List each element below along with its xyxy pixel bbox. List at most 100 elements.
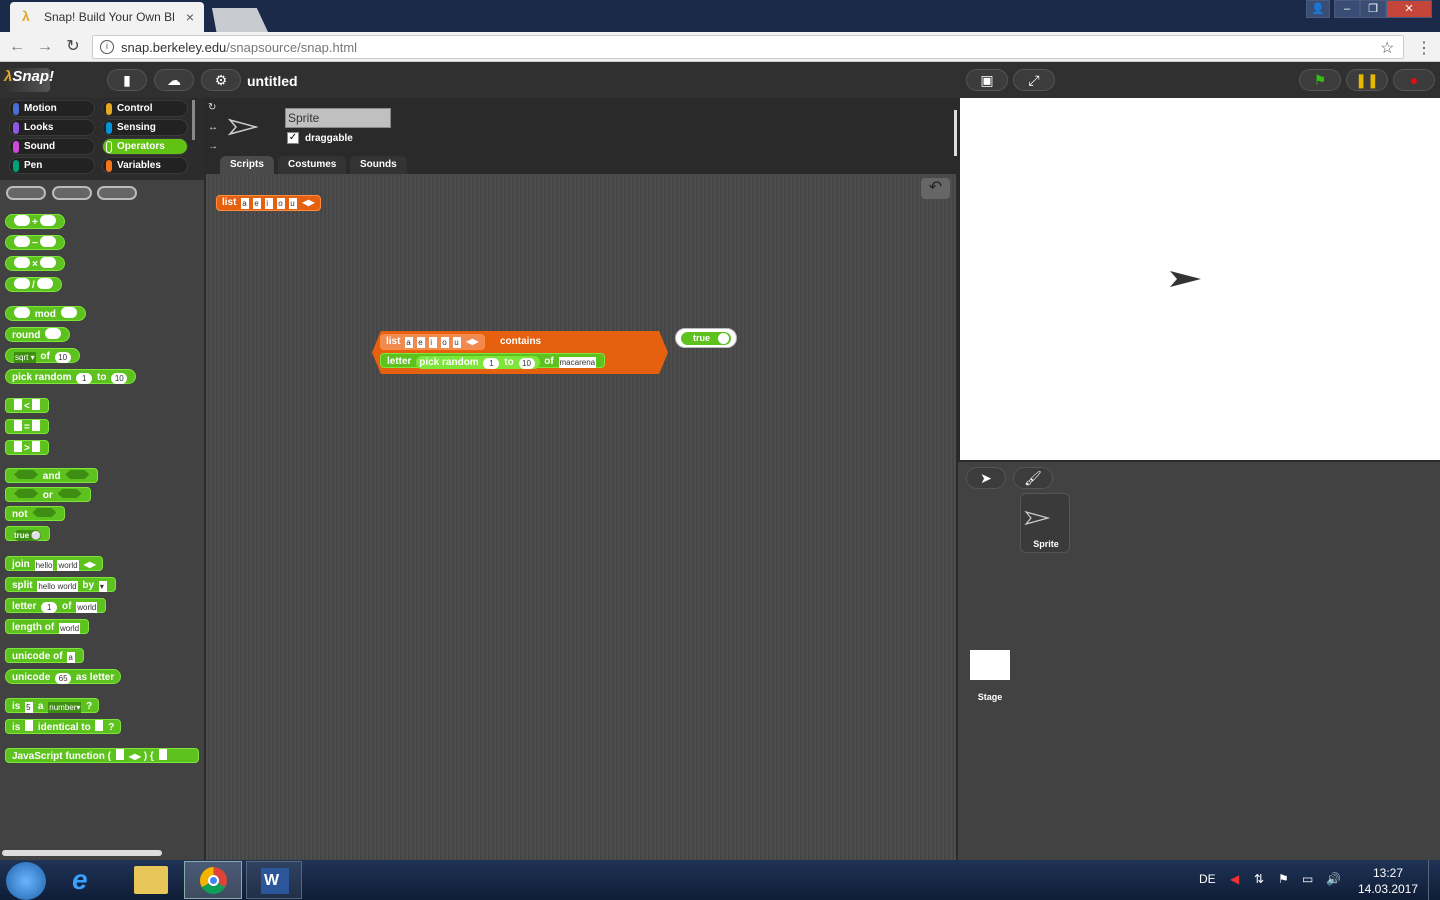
plus-block[interactable]: + xyxy=(5,214,65,229)
green-flag-button[interactable]: ⚑ xyxy=(1299,69,1341,91)
slot[interactable]: i xyxy=(265,198,274,209)
pick-random-block[interactable]: pick random 1 to 10 xyxy=(416,356,540,369)
notification-icon[interactable]: ◀ xyxy=(1230,872,1239,886)
slot[interactable]: o xyxy=(441,337,450,348)
length-of-block[interactable]: length of world xyxy=(5,619,90,634)
kebab-menu-icon[interactable]: ⋮ xyxy=(1416,38,1432,58)
slot[interactable] xyxy=(31,399,40,410)
slot[interactable]: 10 xyxy=(54,352,71,363)
slot[interactable] xyxy=(39,215,56,226)
letter-of-block[interactable]: letter 1 of world xyxy=(5,598,107,613)
language-indicator[interactable]: DE xyxy=(1199,872,1216,886)
letter-of-block[interactable]: letter pick random 1 to 10 of macarena xyxy=(380,353,606,369)
slot[interactable]: a xyxy=(241,198,250,209)
slot[interactable] xyxy=(60,307,77,318)
back-arrow-icon[interactable]: ← xyxy=(8,38,26,56)
not-block[interactable]: not xyxy=(5,506,66,521)
cloud-menu-button[interactable]: ☁ xyxy=(154,69,194,91)
slot[interactable]: hello xyxy=(34,560,54,571)
internet-explorer-icon[interactable]: e xyxy=(72,864,88,896)
forward-arrow-icon[interactable]: → xyxy=(36,38,54,56)
add-turtle-button[interactable]: ➤ xyxy=(966,467,1006,489)
slot[interactable] xyxy=(14,420,22,431)
ring-command-block[interactable] xyxy=(52,186,92,200)
url-field[interactable]: i snap.berkeley.edu/snapsource/snap.html xyxy=(92,35,1404,59)
variadic-arrows-icon[interactable]: ◀▶ xyxy=(84,557,96,572)
variadic-arrows-icon[interactable]: ◀▶ xyxy=(129,749,141,764)
slot[interactable]: hello world xyxy=(37,581,78,592)
close-window-icon[interactable]: ✕ xyxy=(1386,0,1432,18)
slot[interactable] xyxy=(39,257,56,268)
greater-than-block[interactable]: > xyxy=(5,440,49,455)
ring-reporter-block[interactable] xyxy=(6,186,46,200)
javascript-function-block[interactable]: JavaScript function ( ◀▶ ) { xyxy=(5,748,199,763)
word-taskbar-button[interactable]: W xyxy=(246,861,302,899)
flip-style-icon[interactable]: ↔ xyxy=(208,122,218,133)
pick-random-block[interactable]: pick random 1 to 10 xyxy=(5,369,137,384)
round-block[interactable]: round xyxy=(5,327,71,342)
category-sensing[interactable]: Sensing xyxy=(102,119,188,136)
slot[interactable]: 65 xyxy=(55,673,72,684)
slot[interactable] xyxy=(14,399,22,410)
star-icon[interactable]: ☆ xyxy=(1380,38,1394,58)
slot[interactable]: world xyxy=(59,623,81,634)
user-profile-icon[interactable]: 👤 xyxy=(1306,0,1330,18)
category-pen[interactable]: Pen xyxy=(9,157,95,174)
or-block[interactable]: or xyxy=(5,487,91,502)
file-explorer-icon[interactable] xyxy=(134,866,168,894)
toggle[interactable]: true ⚪ xyxy=(14,530,42,541)
function-dropdown[interactable]: sqrt ▾ xyxy=(14,352,36,363)
join-block[interactable]: join hello world ◀▶ xyxy=(5,556,103,571)
unicode-as-letter-block[interactable]: unicode 65 as letter xyxy=(5,669,122,684)
sprite-name-input[interactable] xyxy=(285,108,391,128)
slot[interactable]: 1 xyxy=(41,602,58,613)
slot[interactable] xyxy=(39,236,56,247)
slot[interactable] xyxy=(36,278,53,289)
tab-scripts[interactable]: Scripts xyxy=(220,156,274,174)
display-icon[interactable]: ▭ xyxy=(1302,872,1313,886)
slot[interactable] xyxy=(158,749,167,760)
palette-scrollbar[interactable] xyxy=(2,850,162,856)
slot[interactable]: macarena xyxy=(558,357,597,368)
is-identical-block[interactable]: is identical to ? xyxy=(5,719,122,734)
slot[interactable] xyxy=(45,328,62,339)
sprite-turtle-icon[interactable] xyxy=(1169,270,1202,288)
slot[interactable] xyxy=(14,278,30,289)
category-variables[interactable]: Variables xyxy=(102,157,188,174)
slot[interactable]: e xyxy=(253,198,262,209)
split-block[interactable]: split hello world by ▾ xyxy=(5,577,116,592)
minimize-window-icon[interactable]: – xyxy=(1334,0,1360,18)
slot[interactable] xyxy=(95,720,104,731)
sprite-bar-scrollbar[interactable] xyxy=(954,110,957,156)
settings-menu-button[interactable]: ⚙ xyxy=(201,69,241,91)
slot[interactable] xyxy=(14,307,30,318)
info-icon[interactable]: i xyxy=(100,40,114,54)
is-a-number-block[interactable]: is 5 a number▾ ? xyxy=(5,698,100,713)
restore-window-icon[interactable]: ❐ xyxy=(1360,0,1386,18)
browser-tab[interactable]: λ Snap! Build Your Own Bl × xyxy=(10,2,204,32)
unicode-of-block[interactable]: unicode of a xyxy=(5,648,85,663)
slot[interactable]: u xyxy=(289,198,298,209)
variadic-arrows-icon[interactable]: ◀▶ xyxy=(302,196,314,210)
show-desktop-button[interactable] xyxy=(1428,860,1440,900)
tab-costumes[interactable]: Costumes xyxy=(278,156,347,174)
slot[interactable] xyxy=(31,420,40,431)
and-block[interactable]: and xyxy=(5,468,99,483)
reload-icon[interactable]: ↻ xyxy=(64,38,82,56)
slot[interactable]: i xyxy=(429,337,438,348)
divide-block[interactable]: / xyxy=(5,277,62,292)
slot[interactable] xyxy=(115,749,124,760)
slot[interactable]: 10 xyxy=(518,358,535,369)
paint-sprite-button[interactable]: 🖌 xyxy=(1013,467,1053,489)
list-block[interactable]: list a e i o u ◀▶ xyxy=(216,195,321,211)
slot[interactable]: 1 xyxy=(483,358,500,369)
category-sound[interactable]: Sound xyxy=(9,138,95,155)
sprite-icon-tile[interactable]: Sprite xyxy=(1020,493,1070,553)
ring-predicate-block[interactable] xyxy=(97,186,137,200)
category-looks[interactable]: Looks xyxy=(9,119,95,136)
presentation-mode-button[interactable]: ⤢ xyxy=(1013,69,1055,91)
scripting-area[interactable] xyxy=(206,174,956,860)
type-dropdown[interactable]: number▾ xyxy=(48,702,82,713)
slot[interactable]: 10 xyxy=(111,373,128,384)
snap-logo[interactable]: λSnap! xyxy=(4,68,54,92)
